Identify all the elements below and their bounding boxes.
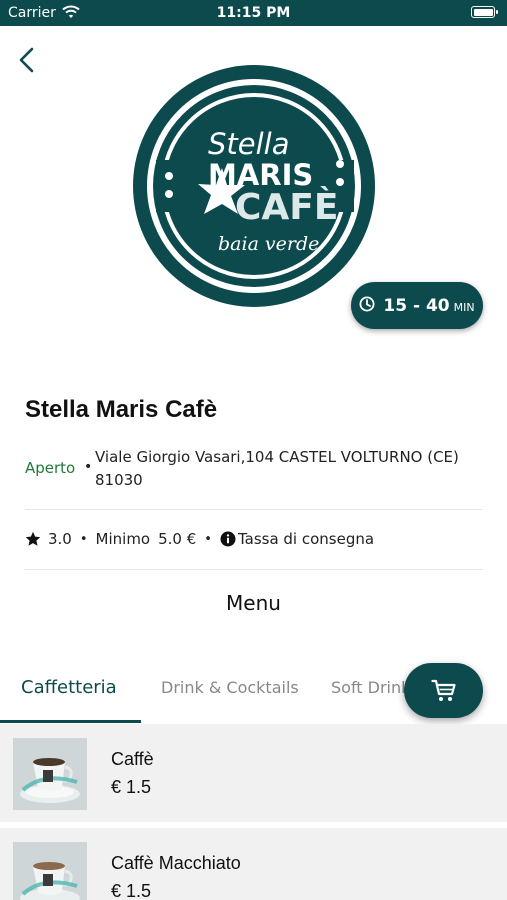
item-name: Caffè Macchiato xyxy=(111,853,241,873)
battery-icon xyxy=(471,6,498,18)
minimum-label: Minimo xyxy=(95,530,151,548)
restaurant-address: Viale Giorgio Vasari,104 CASTEL VOLTURNO… xyxy=(95,448,459,489)
clock-icon xyxy=(359,296,375,316)
separator-dot: • xyxy=(204,531,212,547)
item-thumbnail xyxy=(13,842,87,900)
divider xyxy=(25,569,483,570)
separator-dot: • xyxy=(84,459,93,475)
item-price: € 1.5 xyxy=(111,777,152,797)
restaurant-name: Stella Maris Cafè xyxy=(25,396,218,423)
info-icon[interactable] xyxy=(220,531,236,547)
logo-line3: CAFÈ xyxy=(235,186,338,228)
tab-caffetteria[interactable]: Caffetteria xyxy=(21,677,117,698)
active-tab-indicator xyxy=(0,720,141,723)
delivery-time-unit: MIN xyxy=(453,300,475,314)
cart-button[interactable] xyxy=(404,663,483,718)
restaurant-logo: Stella MARIS CAFÈ baia verde xyxy=(132,64,376,308)
menu-heading: Menu xyxy=(226,591,281,615)
logo-line1: Stella xyxy=(208,127,290,161)
back-button[interactable] xyxy=(14,44,42,76)
rating-value: 3.0 xyxy=(48,530,72,548)
status-time: 11:15 PM xyxy=(216,5,291,21)
open-status: Aperto xyxy=(25,459,76,477)
delivery-time-badge: 15 - 40 MIN xyxy=(351,282,483,329)
info-row: 3.0 • Minimo 5.0 € • Tassa di consegna xyxy=(25,528,374,550)
tab-drink-cocktails[interactable]: Drink & Cocktails xyxy=(161,678,299,697)
divider xyxy=(25,509,483,510)
star-icon xyxy=(25,531,41,547)
delivery-fee-label: Tassa di consegna xyxy=(237,530,375,548)
logo-line4: baia verde xyxy=(218,233,319,255)
item-thumbnail xyxy=(13,738,87,810)
back-chevron-icon xyxy=(19,47,34,73)
status-bar: Carrier 11:15 PM xyxy=(0,0,507,26)
tab-soft-drink[interactable]: Soft Drink xyxy=(331,678,410,697)
cart-icon xyxy=(430,679,456,701)
item-name: Caffè xyxy=(111,749,154,769)
list-item[interactable]: Caffè Macchiato € 1.5 xyxy=(0,828,507,900)
separator-dot: • xyxy=(79,531,88,547)
list-item[interactable]: Caffè € 1.5 xyxy=(0,724,507,822)
minimum-value: 5.0 € xyxy=(158,530,197,548)
delivery-time-range: 15 - 40 xyxy=(383,295,450,316)
item-price: € 1.5 xyxy=(111,881,152,900)
